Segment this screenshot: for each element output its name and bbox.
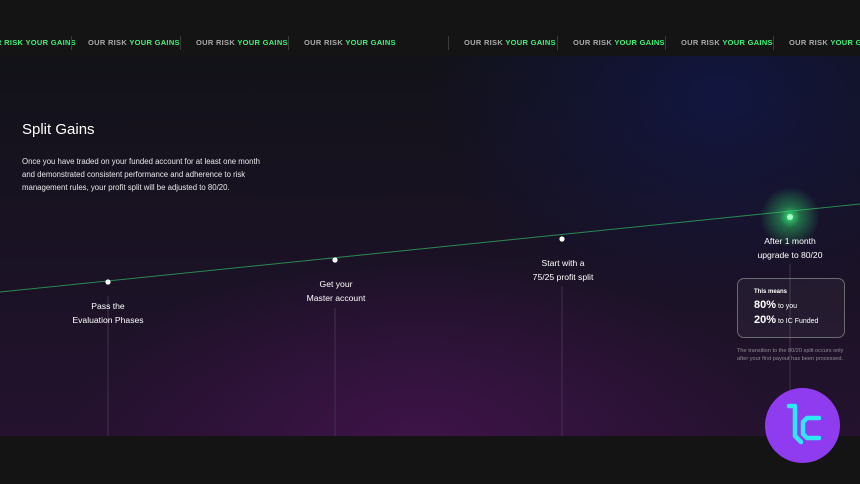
ticker-divider (180, 36, 181, 50)
ticker-divider (557, 36, 558, 50)
step-point (332, 257, 338, 263)
ticker-item: R RISK YOUR GAINS (0, 38, 76, 47)
logo-mark-icon (786, 403, 822, 445)
ticker-item: OUR RISK YOUR GAINS (464, 38, 556, 47)
ticker-divider (71, 36, 72, 50)
progress-timeline (0, 187, 860, 436)
ticker-divider (288, 36, 289, 50)
ticker-divider (448, 36, 449, 50)
info-heading: This means (754, 289, 788, 295)
step-label-master-account: Get your Master account (306, 279, 366, 303)
trend-line (0, 203, 860, 293)
ticker-item: OUR RISK YOUR GAINS (88, 38, 180, 47)
ticker-item: OUR RISK YOUR GAINS (789, 38, 860, 47)
ticker-item: OUR RISK YOUR GAINS (304, 38, 396, 47)
step-point-active (787, 214, 793, 220)
info-row-you: 80% to you (754, 299, 798, 311)
ticker-banner: R RISK YOUR GAINS OUR RISK YOUR GAINS OU… (0, 30, 860, 57)
step-point (559, 236, 565, 242)
info-row-ic-funded: 20% to IC Funded (754, 314, 819, 326)
ticker-divider (773, 36, 774, 50)
bottom-band (0, 436, 860, 484)
split-gains-section: Split Gains Once you have traded on your… (0, 56, 860, 436)
split-info-card: This means 80% to you 20% to IC Funded (737, 278, 845, 338)
step-label-profit-split: Start with a 75/25 profit split (532, 258, 594, 282)
step-label-evaluation: Pass the Evaluation Phases (72, 301, 144, 325)
ticker-divider (665, 36, 666, 50)
transition-note: The transition to the 80/20 split occurs… (737, 348, 844, 363)
ticker-item: OUR RISK YOUR GAINS (681, 38, 773, 47)
ic-funded-logo-icon (765, 388, 840, 463)
ticker-item: OUR RISK YOUR GAINS (573, 38, 665, 47)
step-point (105, 279, 111, 285)
ticker-item: OUR RISK YOUR GAINS (196, 38, 288, 47)
step-label-upgrade: After 1 month upgrade to 80/20 (757, 236, 823, 260)
